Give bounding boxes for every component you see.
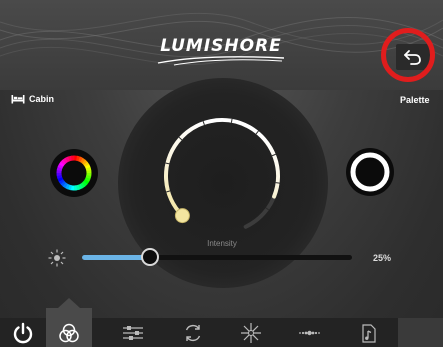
color-wheel-segment	[83, 179, 90, 185]
slider-fill	[82, 255, 150, 260]
tab-settings[interactable]	[110, 318, 156, 347]
color-wheel-segment	[84, 177, 91, 183]
color-wheel-segment	[56, 174, 63, 179]
color-wheel-segment	[80, 157, 86, 164]
dial-ticks	[165, 118, 280, 211]
color-wheel-segment	[84, 164, 91, 170]
color-wheel-segment	[81, 180, 88, 187]
white-light-button[interactable]	[345, 147, 395, 197]
slider-thumb[interactable]	[140, 248, 159, 266]
bed-icon	[11, 95, 25, 104]
color-wheel-segment	[67, 184, 72, 191]
pulse-icon	[299, 330, 320, 336]
tab-power[interactable]	[0, 318, 46, 347]
color-wheel-segment	[65, 156, 71, 163]
color-wheel-segment	[75, 184, 80, 191]
brand-name: LUMISHORE	[160, 36, 282, 56]
color-wheel-segment	[68, 155, 73, 162]
color-wheel-button[interactable]	[49, 148, 99, 198]
color-wheel-segment	[60, 180, 67, 187]
color-wheel-segment	[79, 182, 86, 189]
palette-link[interactable]: Palette	[400, 95, 430, 105]
color-wheel-segment	[81, 159, 88, 166]
dial-arc	[164, 118, 280, 218]
color-wheel-segment	[57, 163, 64, 169]
lighting-control-screen: LUMISHORE Cabin Palette Intensity 25%	[0, 0, 443, 347]
intensity-label: Intensity	[207, 239, 237, 248]
tab-color[interactable]	[46, 318, 92, 347]
color-wheel-segment	[85, 167, 92, 172]
color-wheel-segment	[77, 183, 83, 190]
sparkle-icon	[241, 323, 261, 343]
header: LUMISHORE	[0, 0, 443, 90]
active-tab-notch	[58, 298, 80, 308]
brand-logo: LUMISHORE	[146, 36, 296, 70]
brightness-icon	[48, 249, 66, 267]
tab-effects[interactable]	[228, 318, 274, 347]
zone-selector[interactable]: Cabin	[11, 94, 54, 104]
dial-knob[interactable]	[174, 208, 190, 224]
color-wheel-segment	[85, 175, 92, 180]
intensity-slider[interactable]	[82, 248, 352, 266]
color-wheel-segment	[62, 182, 68, 189]
color-wheel-segment	[76, 155, 81, 162]
cycle-icon	[185, 324, 201, 342]
color-wheel-segment	[56, 166, 63, 171]
color-wheel-segment	[57, 176, 64, 182]
tab-bar-end	[398, 318, 443, 347]
dial-tick	[230, 118, 233, 123]
intensity-dial[interactable]	[148, 96, 296, 244]
power-icon	[13, 322, 33, 344]
tab-cycle[interactable]	[170, 318, 216, 347]
intensity-percent: 25%	[373, 253, 392, 263]
music-icon	[362, 324, 376, 343]
color-wheel-segment	[62, 157, 69, 164]
color-wheel-segment	[58, 161, 65, 167]
color-wheel-segment	[64, 183, 70, 190]
color-wheel-segment	[83, 161, 90, 168]
sliders-icon	[123, 326, 143, 340]
color-wheel-segment	[58, 178, 65, 185]
highlight-ring	[381, 28, 435, 82]
tab-pulse[interactable]	[286, 318, 332, 347]
zone-label: Cabin	[29, 94, 55, 104]
color-mix-icon	[59, 323, 79, 343]
color-wheel-segment	[60, 159, 67, 166]
color-wheel-segment	[78, 156, 84, 163]
logo-swoosh	[157, 56, 285, 66]
tab-music[interactable]	[346, 318, 392, 347]
